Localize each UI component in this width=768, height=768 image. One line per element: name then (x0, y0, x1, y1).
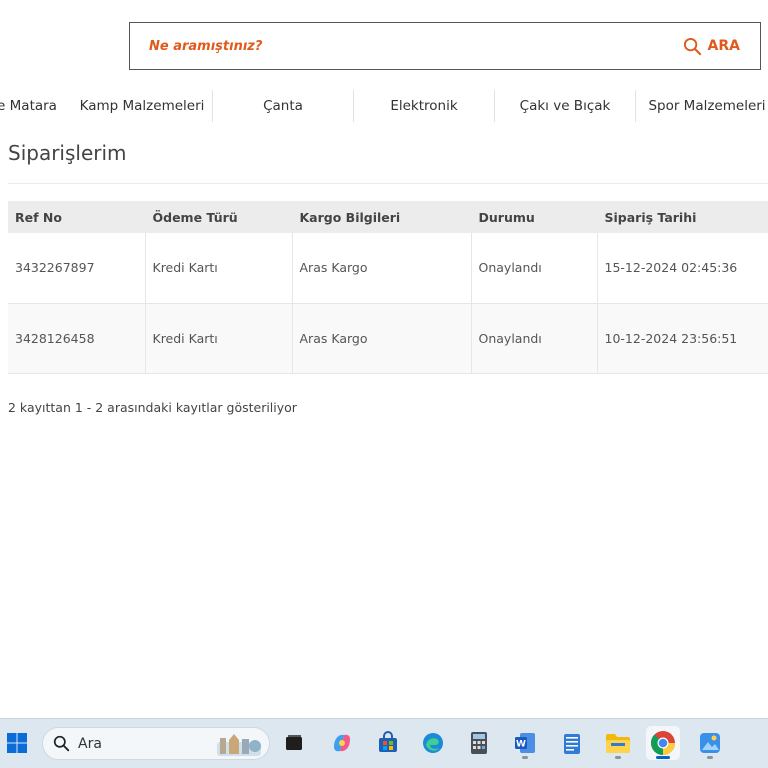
cell-order-date: 10-12-2024 23:56:51 (597, 303, 768, 374)
column-header-status[interactable]: Durumu (471, 201, 598, 233)
chrome-icon (650, 730, 676, 756)
running-indicator (615, 756, 621, 759)
taskbar-app-edge[interactable] (416, 726, 450, 760)
windows-icon (6, 732, 28, 754)
taskbar-search[interactable]: Ara (42, 727, 270, 760)
taskbar-app-calculator[interactable] (462, 726, 496, 760)
table-row[interactable]: 3428126458 Kredi Kartı Aras Kargo Onayla… (8, 303, 768, 374)
search-icon (53, 735, 70, 752)
table-row[interactable]: 3432267897 Kredi Kartı Aras Kargo Onayla… (8, 233, 768, 304)
search-highlight-icon (215, 730, 265, 758)
file-explorer-icon (605, 732, 631, 754)
column-header-shipping-info[interactable]: Kargo Bilgileri (292, 201, 472, 233)
category-item-spor-malzemeleri[interactable]: Spor Malzemeleri (636, 88, 768, 124)
taskbar-app-word[interactable]: W (508, 726, 542, 760)
column-header-payment-type[interactable]: Ödeme Türü (145, 201, 293, 233)
taskbar-app-chrome[interactable] (646, 726, 680, 760)
title-divider (8, 183, 768, 184)
taskbar-app-file-explorer[interactable] (601, 726, 635, 760)
taskbar-app-copilot[interactable] (325, 726, 359, 760)
category-nav: e Matara Kamp Malzemeleri Çanta Elektron… (0, 88, 768, 124)
cell-ref-no: 3432267897 (8, 233, 146, 304)
cell-payment-type: Kredi Kartı (145, 303, 293, 374)
cell-order-date: 15-12-2024 02:45:36 (597, 233, 768, 304)
taskbar-app-notepad[interactable] (555, 726, 589, 760)
cell-ref-no: 3428126458 (8, 303, 146, 374)
table-header-row: Ref No Ödeme Türü Kargo Bilgileri Durumu… (8, 201, 768, 233)
photos-icon (698, 731, 722, 755)
category-item-matara[interactable]: e Matara (0, 88, 62, 124)
taskbar-app-photos[interactable] (693, 726, 727, 760)
search-button-label: ARA (707, 38, 740, 54)
search-input[interactable] (130, 23, 683, 69)
calculator-icon (468, 731, 490, 755)
search-bar: ARA (129, 22, 761, 70)
cell-status: Onaylandı (471, 233, 598, 304)
svg-text:W: W (516, 740, 526, 750)
copilot-icon (330, 731, 354, 755)
table-info-text: 2 kayıttan 1 - 2 arasındaki kayıtlar gös… (8, 400, 297, 415)
edge-icon (421, 731, 445, 755)
category-item-canta[interactable]: Çanta (213, 88, 353, 124)
search-button[interactable]: ARA (683, 23, 760, 69)
category-item-kamp-malzemeleri[interactable]: Kamp Malzemeleri (72, 88, 212, 124)
cell-shipping-info: Aras Kargo (292, 233, 472, 304)
start-button[interactable] (0, 726, 34, 760)
running-indicator (707, 756, 713, 759)
page-title: Siparişlerim (8, 141, 127, 165)
notepad-icon (561, 731, 583, 755)
search-icon (683, 37, 702, 56)
active-indicator (656, 756, 670, 759)
category-item-caki-ve-bicak[interactable]: Çakı ve Bıçak (495, 88, 635, 124)
column-header-order-date[interactable]: Sipariş Tarihi (597, 201, 768, 233)
orders-table: Ref No Ödeme Türü Kargo Bilgileri Durumu… (8, 201, 768, 374)
store-icon (376, 731, 400, 755)
cell-payment-type: Kredi Kartı (145, 233, 293, 304)
word-icon: W (513, 731, 537, 755)
cell-shipping-info: Aras Kargo (292, 303, 472, 374)
taskbar-search-label: Ara (78, 735, 102, 752)
taskbar-app-task-view[interactable] (277, 726, 311, 760)
taskbar: Ara W (0, 718, 768, 768)
task-view-icon (283, 732, 305, 754)
category-item-elektronik[interactable]: Elektronik (354, 88, 494, 124)
cell-status: Onaylandı (471, 303, 598, 374)
column-header-ref-no[interactable]: Ref No (8, 201, 146, 233)
running-indicator (522, 756, 528, 759)
taskbar-app-store[interactable] (371, 726, 405, 760)
